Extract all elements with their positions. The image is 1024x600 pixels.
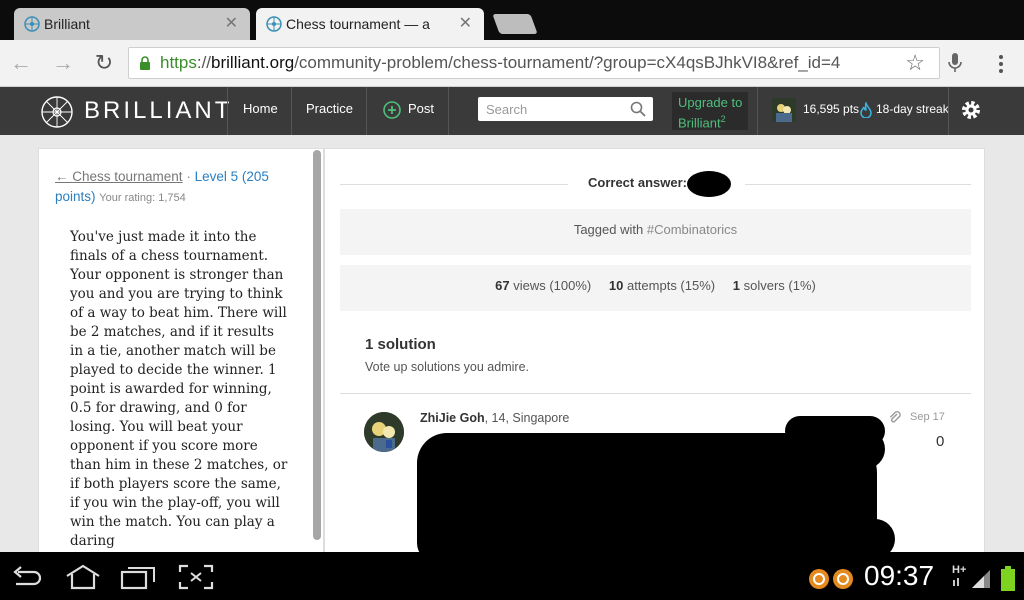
nav-post[interactable]: Post: [408, 87, 434, 135]
tab-brilliant[interactable]: Brilliant ✕: [14, 8, 250, 40]
search-icon[interactable]: [630, 101, 646, 117]
signal-icon: [953, 570, 990, 588]
new-tab-button[interactable]: [492, 14, 538, 34]
close-tab-icon[interactable]: ✕: [459, 8, 472, 40]
upgrade-button[interactable]: Upgrade to Brilliant2: [672, 92, 748, 130]
flame-icon: [860, 102, 872, 118]
forward-arrow-icon[interactable]: →: [50, 50, 76, 76]
site-header: BRILLIANT Home Practice Post Upgrade to …: [0, 87, 1024, 135]
back-nav-icon[interactable]: [8, 564, 44, 590]
nav-divider: [227, 87, 228, 135]
nav-divider: [948, 87, 949, 135]
attempts-label: attempts (15%): [626, 278, 716, 293]
nav-divider: [366, 87, 367, 135]
paperclip-icon[interactable]: [888, 411, 902, 425]
solvers-count: 1: [732, 278, 740, 293]
upgrade-label: Brilliant: [678, 115, 721, 131]
solution-author-avatar[interactable]: [364, 412, 404, 452]
plus-circle-icon[interactable]: [383, 101, 401, 119]
back-arrow-icon[interactable]: ←: [8, 50, 34, 76]
tab-title: Brilliant: [44, 16, 90, 32]
breadcrumb-separator: ·: [182, 169, 195, 184]
divider: [340, 393, 971, 394]
solution-date: Sep 17: [910, 411, 945, 423]
close-tab-icon[interactable]: ✕: [225, 8, 238, 40]
lock-icon: [140, 56, 150, 70]
nav-divider: [757, 87, 758, 135]
nav-divider: [291, 87, 292, 135]
streak-count[interactable]: 18-day streak: [876, 87, 949, 131]
author-meta: , 14, Singapore: [484, 411, 570, 425]
problem-panel: ← Chess tournament · Level 5 (205 points…: [38, 148, 324, 558]
stats-box: 67 views (100%) 10 attempts (15%) 1 solv…: [340, 265, 971, 311]
breadcrumb: ← Chess tournament · Level 5 (205 points…: [55, 167, 285, 208]
reload-icon[interactable]: ↻: [91, 50, 117, 76]
search-input[interactable]: [478, 97, 653, 121]
browser-tab-strip: Brilliant ✕ Chess tournament — a ✕: [0, 0, 1024, 40]
notification-icons[interactable]: [808, 568, 856, 590]
tab-title: Chess tournament — a: [286, 16, 430, 32]
upgrade-label: Upgrade to: [678, 95, 743, 110]
tags-box: Tagged with #Combinatorics: [340, 209, 971, 255]
attempts-count: 10: [608, 278, 624, 293]
brilliant-favicon-icon: [24, 16, 40, 32]
system-clock: 09:37: [864, 560, 935, 591]
solutions-subtitle: Vote up solutions you admire.: [365, 360, 529, 374]
points-count[interactable]: 16,595 pts: [803, 87, 859, 131]
solvers-label: solvers (1%): [743, 278, 816, 293]
back-to-set-link[interactable]: ← Chess tournament: [55, 169, 183, 184]
tags-prefix: Tagged with: [573, 222, 644, 237]
browser-toolbar: ← → ↻ https://brilliant.org/community-pr…: [0, 40, 1024, 87]
user-avatar[interactable]: [772, 98, 796, 122]
nav-home[interactable]: Home: [243, 87, 278, 135]
browser-menu-icon[interactable]: [996, 52, 1006, 76]
answer-redaction: [687, 171, 731, 197]
answer-panel: Correct answer: Tagged with #Combinatori…: [324, 148, 985, 558]
author-name[interactable]: ZhiJie Goh: [420, 411, 485, 425]
nav-divider: [448, 87, 449, 135]
logo-text: BRILLIANT: [84, 97, 233, 124]
user-avatar-image: [772, 98, 796, 122]
home-nav-icon[interactable]: [63, 564, 103, 590]
author-avatar-image: [364, 412, 404, 452]
views-label: views (100%): [513, 278, 592, 293]
brilliant-favicon-icon: [266, 16, 282, 32]
system-navigation-bar: 09:37 H+: [0, 552, 1024, 600]
views-count: 67: [495, 278, 510, 293]
address-bar[interactable]: https://brilliant.org/community-problem/…: [128, 47, 940, 79]
upgrade-superscript: 2: [720, 114, 726, 124]
battery-icon: [1001, 566, 1015, 591]
url-text: https://brilliant.org/community-problem/…: [160, 53, 841, 72]
tab-chess-tournament[interactable]: Chess tournament — a ✕: [256, 8, 484, 40]
correct-answer-label: Correct answer:: [588, 175, 687, 190]
divider: [340, 184, 568, 185]
gear-icon[interactable]: [960, 99, 982, 121]
screenshot-icon[interactable]: [178, 564, 214, 590]
vote-count: 0: [936, 433, 945, 450]
user-rating: Your rating: 1,754: [99, 192, 186, 204]
nav-practice[interactable]: Practice: [306, 87, 353, 135]
problem-statement: You've just made it into the finals of a…: [70, 229, 288, 549]
microphone-icon[interactable]: [946, 52, 964, 74]
bookmark-star-icon[interactable]: ☆: [905, 50, 925, 76]
divider: [745, 184, 971, 185]
recent-apps-icon[interactable]: [120, 564, 156, 590]
solution-author: ZhiJie Goh, 14, Singapore: [420, 411, 569, 425]
tag-link[interactable]: #Combinatorics: [647, 222, 737, 237]
brilliant-logo-icon: [41, 96, 73, 128]
panel-scrollbar[interactable]: [313, 150, 321, 540]
solutions-title: 1 solution: [365, 336, 436, 353]
